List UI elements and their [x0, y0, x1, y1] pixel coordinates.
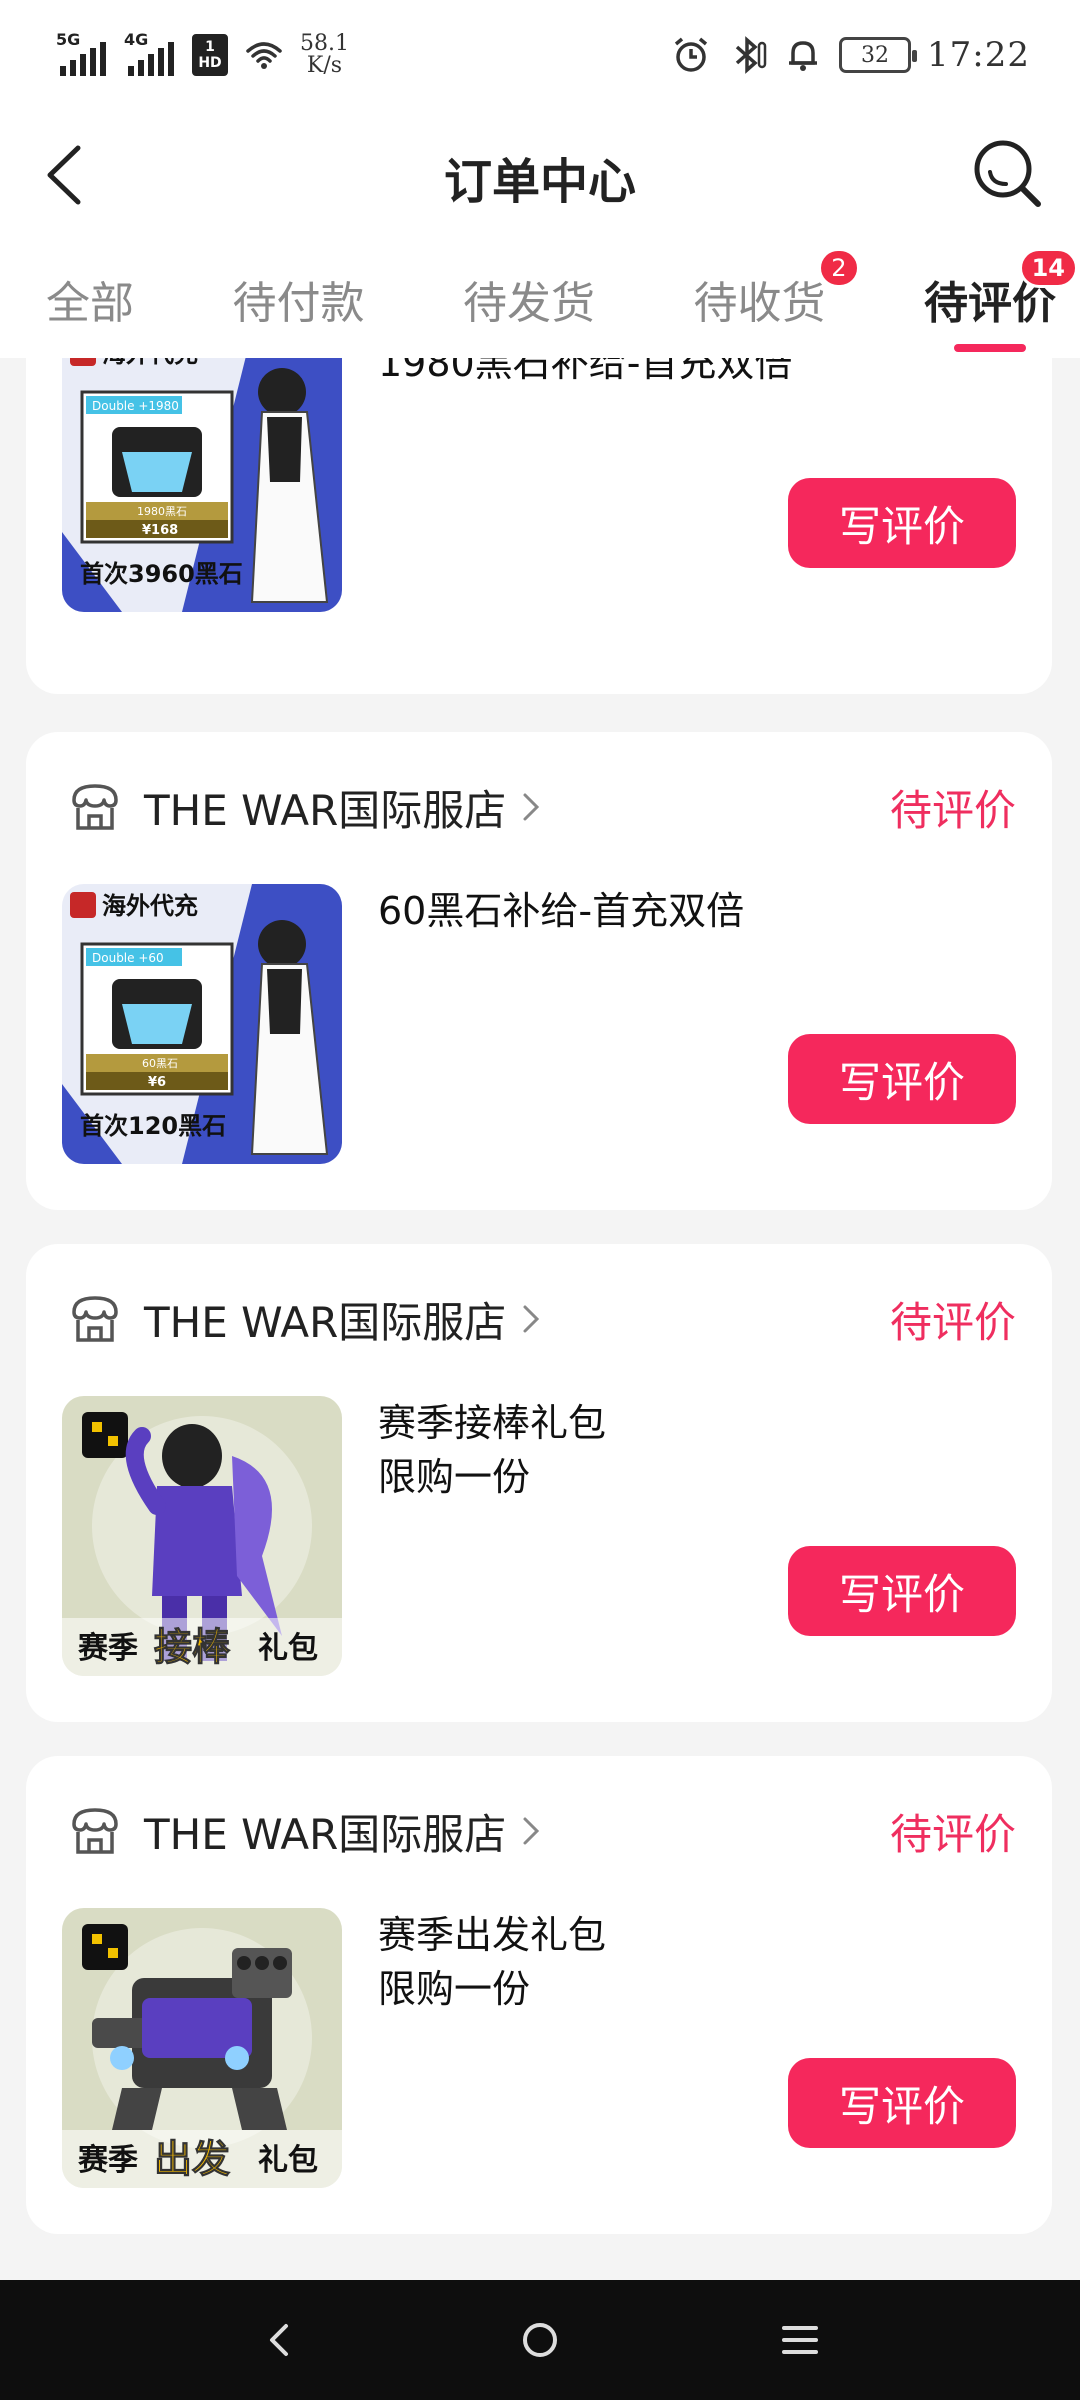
- store-name[interactable]: THE WAR国际服店: [144, 777, 506, 838]
- thumb-price-label: 1980黑石: [137, 505, 187, 518]
- product-image: 赛季 出发 礼包: [62, 1908, 342, 2188]
- thumb-caption-b: 出发: [154, 2137, 230, 2181]
- tab-label: 待发货: [463, 278, 595, 329]
- nav-home-icon[interactable]: [510, 2310, 570, 2370]
- store-icon: [72, 1296, 118, 1342]
- write-review-button[interactable]: 写评价: [788, 478, 1016, 568]
- thumb-caption-c: 礼包: [258, 2143, 318, 2178]
- system-nav-bar: [0, 2280, 1080, 2400]
- write-review-button[interactable]: 写评价: [788, 2058, 1016, 2148]
- tab-pending-review[interactable]: 待评价 14: [924, 240, 1078, 358]
- store-name[interactable]: THE WAR国际服店: [144, 1801, 506, 1862]
- count-badge: 2: [818, 248, 860, 288]
- tab-all[interactable]: 全部: [46, 240, 134, 358]
- thumb-caption-c: 礼包: [258, 1631, 318, 1666]
- thumb-brand: 海外代充: [102, 892, 198, 920]
- product-thumbnail[interactable]: 海外代充 Double +60 60黑石 ¥6 首次120黑石: [62, 884, 342, 1164]
- header: 订单中心: [0, 110, 1080, 240]
- order-card: THE WAR国际服店 待评价 海外代充 Double +60 60黑石 ¥6 …: [26, 732, 1052, 1210]
- thumb-caption-b: 接棒: [154, 1625, 231, 1669]
- order-status: 待评价: [889, 1809, 1016, 1859]
- product-thumbnail[interactable]: 赛季 接棒 礼包: [62, 1396, 342, 1676]
- search-icon[interactable]: [970, 136, 1044, 210]
- chevron-right-icon[interactable]: [520, 1302, 542, 1336]
- nav-back-icon[interactable]: [250, 2310, 310, 2370]
- product-thumbnail[interactable]: 赛季 出发 礼包: [62, 1908, 342, 2188]
- write-review-button[interactable]: 写评价: [788, 1034, 1016, 1124]
- clock: 17:22: [927, 35, 1030, 75]
- thumb-price: ¥6: [148, 1075, 166, 1090]
- count-badge: 14: [1018, 248, 1078, 288]
- thumb-price: ¥168: [142, 523, 178, 538]
- thumb-brand: 海外代充: [102, 358, 198, 368]
- store-icon: [72, 1808, 118, 1854]
- active-tab-indicator: [954, 344, 1026, 352]
- card-header: THE WAR国际服店 待评价: [68, 1756, 1016, 1906]
- store-icon: [72, 784, 118, 830]
- write-review-button[interactable]: 写评价: [788, 1546, 1016, 1636]
- signal-4g-icon: 4G: [124, 30, 176, 76]
- tab-pending-shipment[interactable]: 待发货: [463, 240, 595, 358]
- card-header: THE WAR国际服店 待评价: [68, 732, 1016, 882]
- thumb-caption: 首次3960黑石: [80, 560, 243, 588]
- battery-icon: 32: [839, 37, 918, 73]
- order-list[interactable]: 海外代充 Double +1980 1980黑石 ¥168 首次3960黑石 1…: [0, 358, 1080, 2280]
- thumb-caption-a: 赛季: [78, 1631, 138, 1666]
- battery-level: 32: [861, 42, 890, 68]
- signal-5g-icon: 5G: [56, 30, 108, 76]
- tab-pending-receipt[interactable]: 待收货 2: [693, 240, 860, 358]
- alarm-icon: [674, 37, 708, 72]
- tab-label: 全部: [46, 278, 134, 329]
- tab-label: 待付款: [232, 278, 365, 329]
- product-title[interactable]: 赛季接棒礼包: [378, 1396, 1022, 1451]
- chevron-right-icon[interactable]: [520, 1814, 542, 1848]
- card-header: THE WAR国际服店 待评价: [68, 1244, 1016, 1394]
- tab-pending-payment[interactable]: 待付款: [233, 240, 365, 358]
- nav-menu-icon[interactable]: [770, 2310, 830, 2370]
- order-tabs: 全部 待付款 待发货 待收货 2 待评价 14: [0, 240, 1080, 358]
- page-title: 订单中心: [443, 154, 636, 210]
- product-title[interactable]: 60黑石补给-首充双倍: [378, 884, 1022, 939]
- speed-value: 58.1: [300, 31, 349, 56]
- thumb-price-label: 60黑石: [142, 1057, 178, 1070]
- thumb-double: Double +60: [92, 951, 164, 965]
- order-card: THE WAR国际服店 待评价 赛季 接棒 礼包 赛季接棒礼包 限购一份 写评价: [26, 1244, 1052, 1722]
- status-bar-left: 5G 4G 1 HD 58.1 K/s: [56, 30, 349, 77]
- hd-top-label: 1: [205, 39, 215, 55]
- hd-icon: 1 HD: [192, 34, 228, 76]
- order-status: 待评价: [889, 785, 1016, 835]
- store-name[interactable]: THE WAR国际服店: [144, 1289, 506, 1350]
- product-title[interactable]: 赛季出发礼包: [378, 1908, 1022, 1963]
- product-image: 海外代充 Double +1980 1980黑石 ¥168 首次3960黑石: [62, 358, 342, 612]
- product-subtitle: 限购一份: [378, 1455, 531, 1499]
- order-card: 海外代充 Double +1980 1980黑石 ¥168 首次3960黑石 1…: [26, 358, 1052, 694]
- product-image: 赛季 接棒 礼包: [62, 1396, 342, 1676]
- product-title[interactable]: 1980黑石补给-首充双倍: [378, 358, 1022, 391]
- order-card: THE WAR国际服店 待评价 赛季 出发 礼包 赛季出发礼包 限购一份 写评价: [26, 1756, 1052, 2234]
- thumb-caption: 首次120黑石: [80, 1112, 226, 1140]
- status-bar: 5G 4G 1 HD 58.1 K/s 32 17:22: [0, 0, 1080, 110]
- tab-label: 待收货: [693, 278, 826, 329]
- product-image: 海外代充 Double +60 60黑石 ¥6 首次120黑石: [62, 884, 342, 1164]
- thumb-double: Double +1980: [92, 399, 179, 413]
- speed-unit: K/s: [306, 53, 343, 78]
- hd-bottom-label: HD: [198, 55, 222, 71]
- product-thumbnail[interactable]: 海外代充 Double +1980 1980黑石 ¥168 首次3960黑石: [62, 358, 342, 612]
- chevron-right-icon[interactable]: [520, 790, 542, 824]
- wifi-icon: [246, 42, 282, 69]
- product-subtitle: 限购一份: [378, 1967, 531, 2011]
- thumb-caption-a: 赛季: [78, 2143, 138, 2178]
- order-status: 待评价: [889, 1297, 1016, 1347]
- bluetooth-icon: [735, 36, 767, 74]
- network-speed: 58.1 K/s: [300, 33, 349, 77]
- bell-icon: [789, 41, 818, 71]
- status-bar-right: 32 17:22: [671, 35, 1030, 75]
